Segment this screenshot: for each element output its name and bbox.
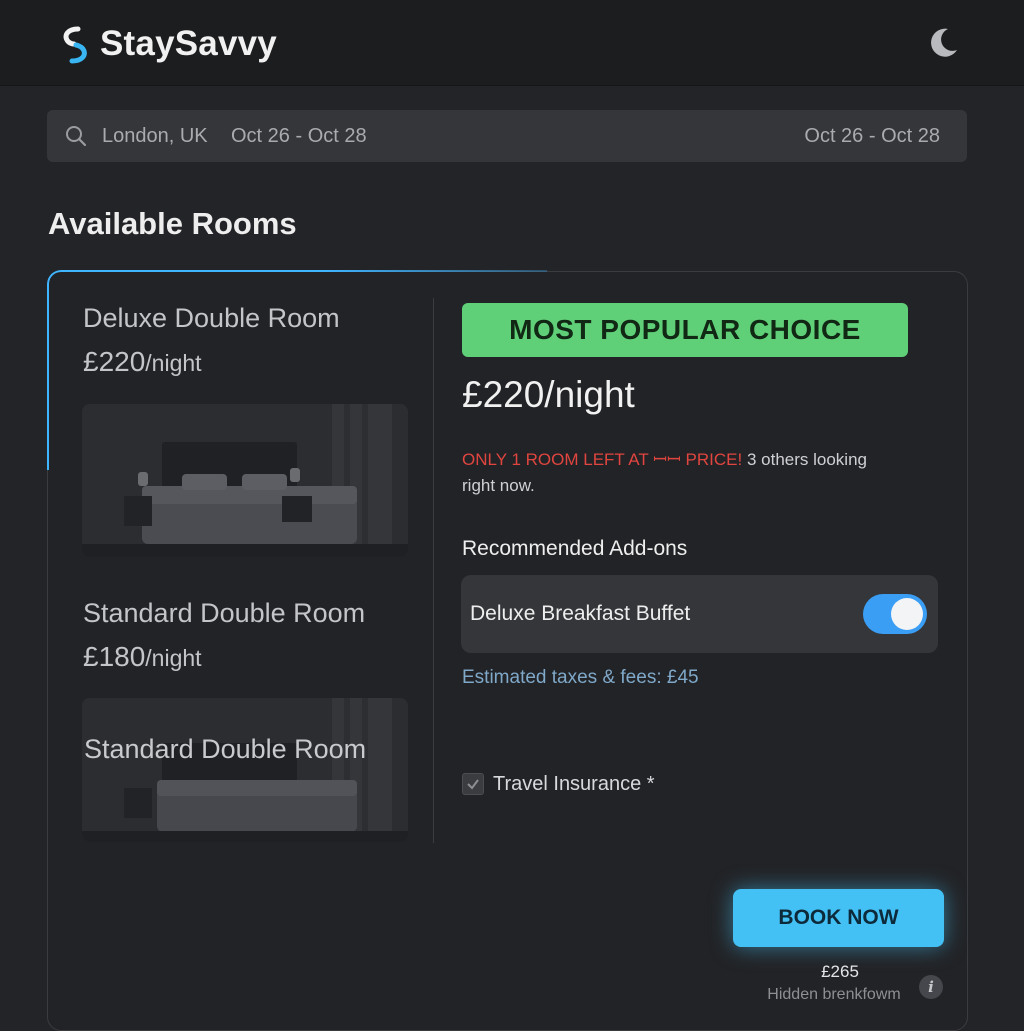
search-location[interactable]: London, UK — [102, 125, 208, 148]
room-image-standard[interactable]: Standard Double Room — [82, 698, 408, 842]
addon-breakfast-row[interactable]: Deluxe Breakfast Buffet — [461, 575, 938, 653]
toggle-knob — [891, 598, 923, 630]
book-now-button[interactable]: BOOK NOW — [733, 889, 944, 947]
moon-icon[interactable] — [926, 26, 960, 60]
room-name-deluxe[interactable]: Deluxe Double Room — [83, 303, 340, 334]
bedroom-photo — [82, 404, 408, 557]
breakfast-toggle[interactable] — [863, 594, 927, 634]
room-price-unit: /night — [145, 645, 202, 671]
addon-label: Deluxe Breakfast Buffet — [470, 602, 691, 625]
hidden-fee-note: Hidden brenkfowm — [767, 986, 901, 1003]
insurance-checkbox[interactable] — [462, 773, 484, 795]
room-image-caption: Standard Double Room — [84, 734, 367, 764]
search-dates[interactable]: Oct 26 - Oct 28 — [231, 125, 367, 148]
bedroom-photo — [82, 698, 408, 842]
checkmark-icon — [467, 779, 479, 790]
page-title: Available Rooms — [48, 206, 297, 241]
room-price-unit: /night — [145, 350, 202, 376]
popular-badge: MOST POPULAR CHOICE — [462, 303, 908, 357]
addons-heading: Recommended Add-ons — [462, 537, 688, 560]
search-icon — [66, 126, 87, 147]
room-price-standard: £180/night — [83, 641, 202, 673]
top-bar: StaySavvy — [0, 0, 1024, 86]
taxes-fees: Estimated taxes & fees: £45 — [462, 667, 699, 688]
room-price-value: £220 — [83, 346, 146, 377]
urgency-message: ONLY 1 ROOM LEFT AT ꟷꟷ PRICE! 3 others l… — [462, 447, 882, 499]
swirl-s-logo-icon[interactable] — [58, 26, 92, 64]
urgency-warning: ONLY 1 ROOM LEFT AT ꟷꟷ PRICE! — [462, 450, 743, 469]
total-price: £265 — [821, 962, 859, 981]
brand-name[interactable]: StaySavvy — [100, 24, 277, 64]
selected-room-price: £220/night — [462, 374, 635, 415]
room-image-deluxe[interactable] — [82, 404, 408, 557]
room-price-deluxe: £220/night — [83, 346, 202, 378]
insurance-label[interactable]: Travel Insurance * — [493, 773, 655, 796]
room-price-value: £180 — [83, 641, 146, 672]
search-bar[interactable]: London, UK Oct 26 - Oct 28 Oct 26 - Oct … — [47, 110, 967, 162]
room-name-standard[interactable]: Standard Double Room — [83, 598, 365, 629]
search-dates-summary[interactable]: Oct 26 - Oct 28 — [804, 125, 940, 148]
card-divider — [433, 298, 434, 843]
info-icon[interactable]: i — [919, 975, 943, 999]
